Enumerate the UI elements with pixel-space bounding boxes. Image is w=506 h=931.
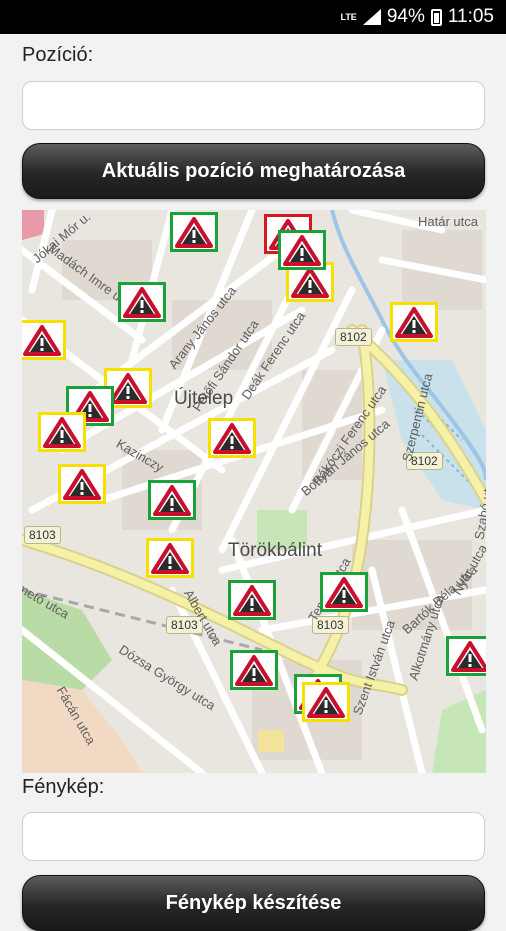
place-label-torokbalint: Törökbálint [228,540,322,561]
warning-triangle-icon [109,373,147,404]
warning-marker[interactable] [278,230,326,270]
map-view[interactable]: Újtelep Törökbálint 8102 8102 8103 8103 … [22,210,486,773]
warning-triangle-icon [151,543,189,574]
warning-marker[interactable] [390,302,438,342]
warning-marker[interactable] [320,572,368,612]
warning-marker[interactable] [228,580,276,620]
street-label: Határ utca [418,214,478,229]
warning-triangle-icon [213,423,251,454]
warning-marker[interactable] [38,412,86,452]
warning-marker[interactable] [146,538,194,578]
status-bar: LTE 94% 11:05 [0,0,506,34]
warning-marker[interactable] [58,464,106,504]
warning-triangle-icon [395,307,433,338]
take-photo-button[interactable]: Fénykép készítése [22,875,485,931]
warning-triangle-icon [63,469,101,500]
photo-input[interactable] [22,812,485,861]
warning-marker[interactable] [148,480,196,520]
locate-position-button[interactable]: Aktuális pozíció meghatározása [22,143,485,199]
battery-icon [430,8,442,26]
road-number: 8102 [335,328,372,346]
position-input[interactable] [22,81,485,130]
warning-triangle-icon [153,485,191,516]
road-number: 8103 [24,526,61,544]
warning-marker[interactable] [208,418,256,458]
warning-triangle-icon [307,687,345,718]
warning-marker[interactable] [446,636,486,676]
warning-marker[interactable] [230,650,278,690]
warning-marker[interactable] [302,682,350,722]
position-label: Pozíció: [22,44,94,66]
lte-indicator: LTE [340,11,357,22]
warning-marker[interactable] [118,282,166,322]
warning-triangle-icon [325,577,363,608]
warning-triangle-icon [235,655,273,686]
warning-triangle-icon [451,641,486,672]
warning-marker[interactable] [22,320,66,360]
warning-triangle-icon [23,325,61,356]
warning-marker[interactable] [170,212,218,252]
clock: 11:05 [447,6,494,27]
warning-triangle-icon [43,417,81,448]
photo-label: Fénykép: [22,776,105,798]
warning-triangle-icon [175,217,213,248]
warning-triangle-icon [123,287,161,318]
signal-icon [362,9,381,25]
warning-triangle-icon [283,235,321,266]
battery-percent: 94% [386,6,425,27]
warning-triangle-icon [291,267,329,298]
warning-triangle-icon [233,585,271,616]
